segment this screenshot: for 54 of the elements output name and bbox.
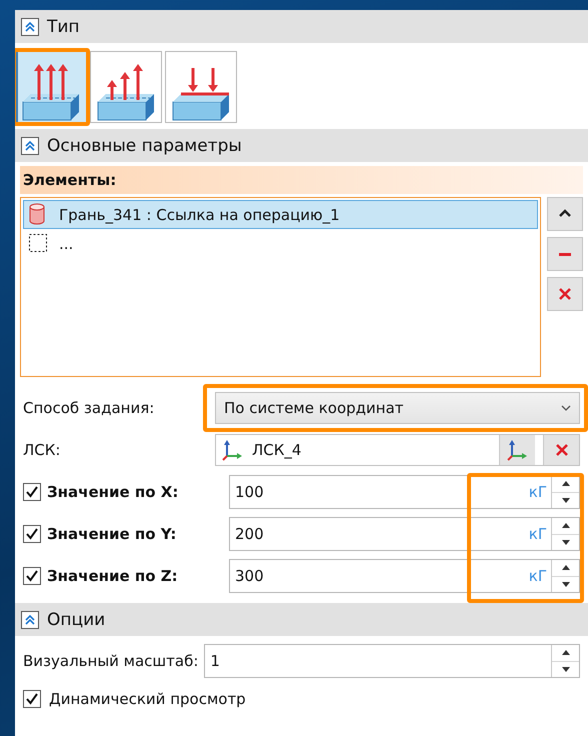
load-type-button[interactable]: [165, 51, 237, 123]
section-header[interactable]: Тип: [15, 10, 588, 43]
field-label: Значение по X:: [47, 483, 180, 501]
checkbox[interactable]: [23, 567, 41, 585]
triangle-up-icon: [560, 480, 570, 488]
section-header[interactable]: Опции: [15, 603, 588, 636]
field-label: Визуальный масштаб:: [23, 652, 198, 670]
elements-list[interactable]: Грань_341 : Ссылка на операцию_1 ...: [20, 197, 541, 377]
list-item[interactable]: ...: [23, 229, 538, 258]
field-label: Значение по Y:: [47, 525, 178, 543]
section-title: Тип: [47, 16, 80, 36]
lcs-field[interactable]: ЛСК_4: [215, 434, 580, 466]
elements-title: Элементы:: [20, 166, 583, 194]
checkbox-label: Динамический просмотр: [49, 690, 246, 708]
chevron-down-icon: [561, 405, 571, 411]
triangle-down-icon: [560, 580, 570, 588]
triangle-up-icon: [560, 522, 570, 530]
field-label: Способ задания:: [23, 399, 156, 417]
value-text: 1: [209, 652, 221, 670]
move-up-button[interactable]: [547, 197, 583, 231]
axes-icon: [506, 439, 528, 461]
value-text: 100: [234, 483, 265, 501]
checkbox[interactable]: [23, 483, 41, 501]
scale-field[interactable]: 1: [204, 644, 580, 678]
unit-label: кГ: [528, 525, 548, 543]
load-type-button[interactable]: [90, 51, 162, 123]
clear-button[interactable]: [543, 435, 579, 465]
item-label: Грань_341 : Ссылка на операцию_1: [59, 206, 340, 224]
triangle-down-icon: [560, 666, 570, 673]
item-label: ...: [59, 234, 74, 252]
list-item[interactable]: Грань_341 : Ссылка на операцию_1: [23, 200, 538, 229]
close-icon: [557, 286, 573, 302]
unit-label: кГ: [528, 567, 548, 585]
triangle-down-icon: [560, 496, 570, 504]
pick-axes-button[interactable]: [499, 435, 535, 465]
triangle-down-icon: [560, 538, 570, 546]
checkbox[interactable]: [23, 690, 41, 708]
clear-button[interactable]: [547, 277, 583, 311]
checkbox[interactable]: [23, 525, 41, 543]
remove-button[interactable]: [547, 237, 583, 271]
section-header[interactable]: Основные параметры: [15, 129, 588, 162]
field-label: ЛСК:: [23, 441, 62, 459]
minus-icon: [559, 252, 571, 256]
axes-icon: [222, 439, 244, 461]
triangle-up-icon: [560, 649, 570, 656]
section-title: Опции: [47, 610, 106, 630]
unit-label: кГ: [528, 483, 548, 501]
field-label: Значение по Z:: [47, 567, 179, 585]
method-dropdown[interactable]: По системе координат: [215, 392, 580, 424]
triangle-up-icon: [560, 564, 570, 572]
value-text: 300: [234, 567, 265, 585]
value-text: 200: [234, 525, 265, 543]
section-title: Основные параметры: [47, 136, 242, 156]
close-icon: [554, 442, 570, 458]
